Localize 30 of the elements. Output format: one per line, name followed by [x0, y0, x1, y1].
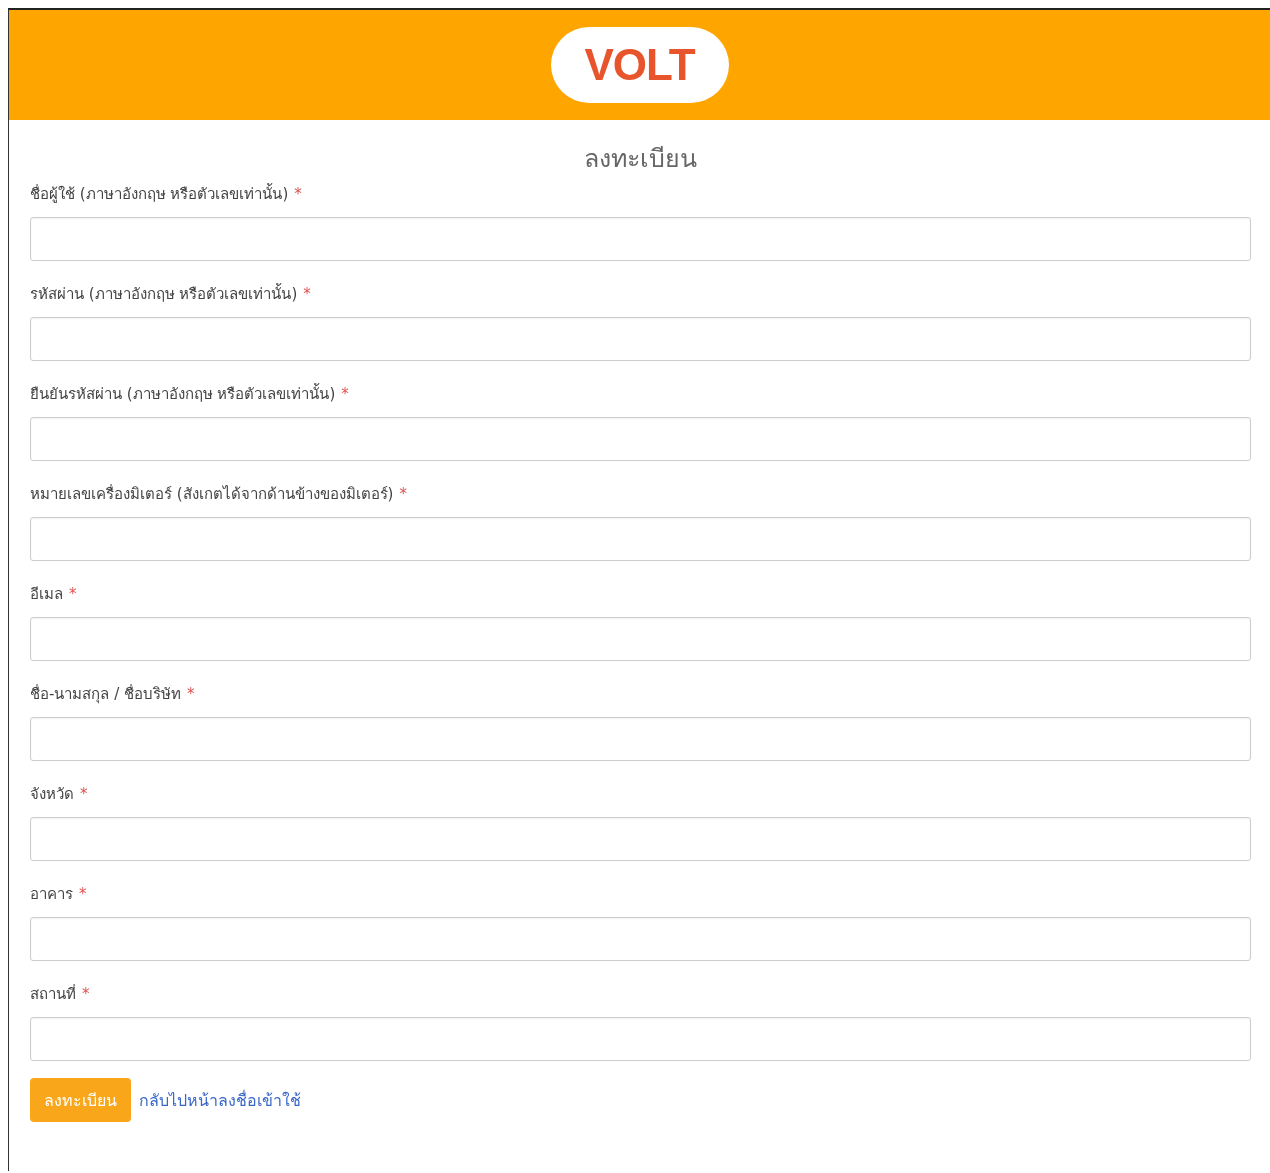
- back-link[interactable]: กลับไปหน้าลงชื่อเข้าใช้: [139, 1087, 301, 1113]
- field-label: อีเมล: [30, 584, 63, 604]
- input-field[interactable]: [30, 817, 1251, 861]
- required-mark: *: [303, 284, 311, 304]
- input-field[interactable]: [30, 317, 1251, 361]
- field-label: ยืนยันรหัสผ่าน (ภาษาอังกฤษ หรือตัวเลขเท่านั้น): [30, 384, 336, 404]
- required-mark: *: [399, 484, 407, 504]
- input-field[interactable]: [30, 917, 1251, 961]
- required-mark: *: [69, 584, 77, 604]
- field-label: สถานที่: [30, 984, 76, 1004]
- page-title: ลงทะเบียน: [583, 143, 698, 175]
- required-mark: *: [294, 184, 302, 204]
- field-label: จังหวัด: [30, 784, 74, 804]
- field-label: ชื่อ-นามสกุล / ชื่อบริษัท: [30, 684, 181, 704]
- required-mark: *: [187, 684, 195, 704]
- required-mark: *: [79, 884, 87, 904]
- required-mark: *: [80, 784, 88, 804]
- input-field[interactable]: [30, 217, 1251, 261]
- field-label: รหัสผ่าน (ภาษาอังกฤษ หรือตัวเลขเท่านั้น): [30, 284, 298, 304]
- input-field[interactable]: [30, 417, 1251, 461]
- input-field[interactable]: [30, 617, 1251, 661]
- field-label: ชื่อผู้ใช้ (ภาษาอังกฤษ หรือตัวเลขเท่านั้น): [30, 184, 289, 204]
- logo: VOLT: [550, 27, 729, 103]
- required-mark: *: [341, 384, 349, 404]
- input-field[interactable]: [30, 517, 1251, 561]
- field-label: หมายเลขเครื่องมิเตอร์ (สังเกตได้จากด้านข้างของมิเตอร์): [30, 484, 394, 504]
- input-field[interactable]: [30, 1017, 1251, 1061]
- input-field[interactable]: [30, 717, 1251, 761]
- field-label: อาคาร: [30, 884, 73, 904]
- required-mark: *: [82, 984, 90, 1004]
